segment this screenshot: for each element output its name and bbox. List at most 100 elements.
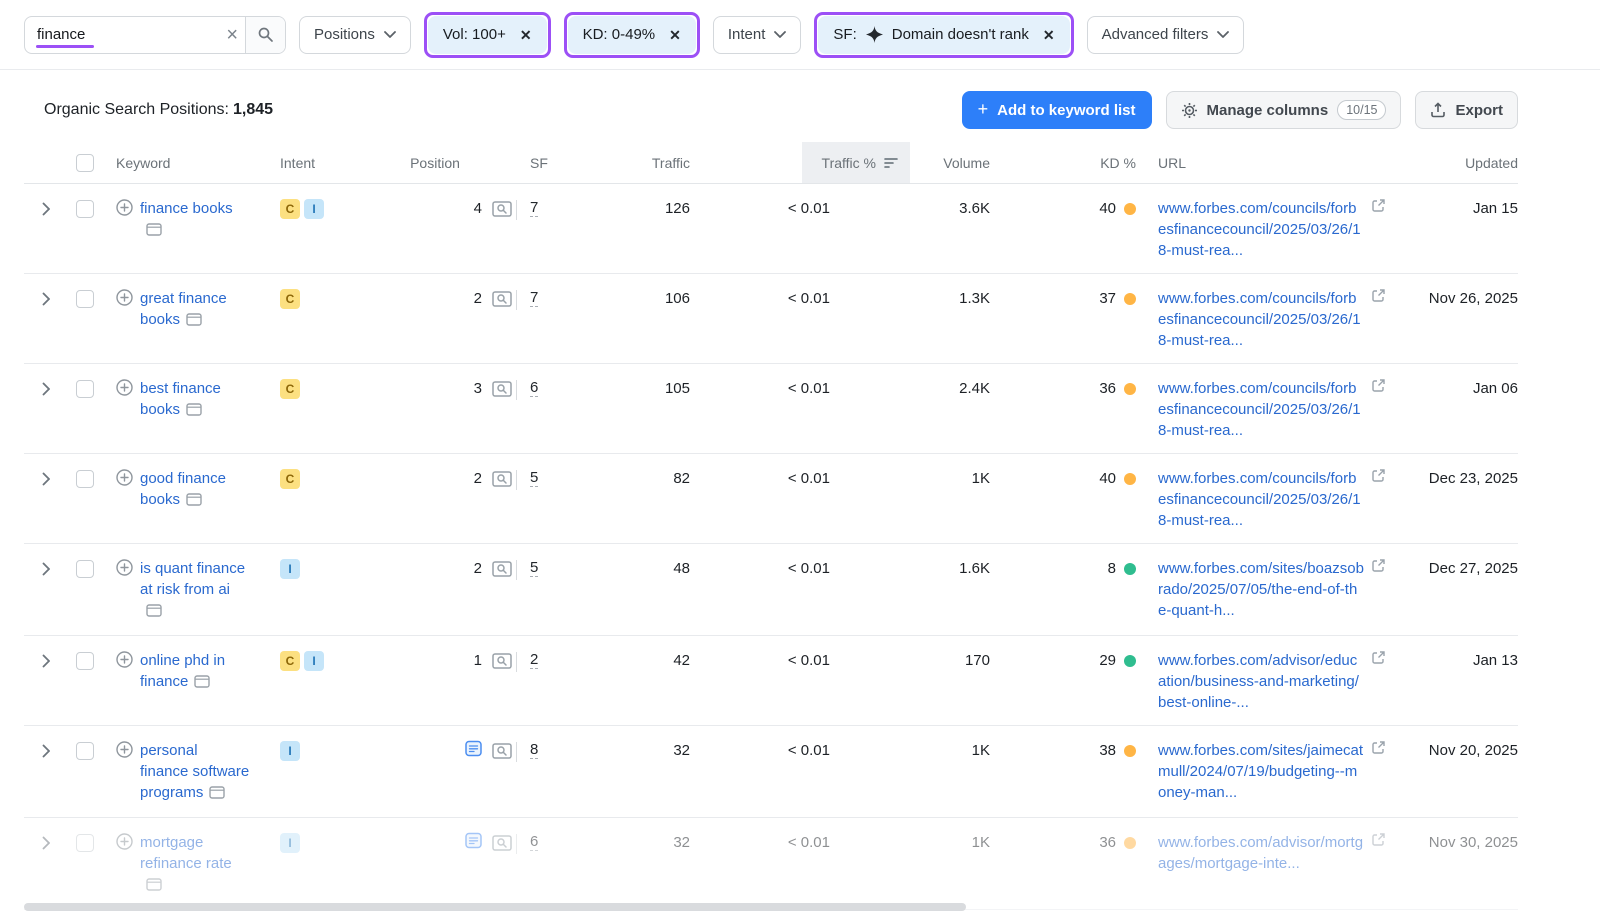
view-serp-icon[interactable]: [492, 561, 512, 581]
sf-count[interactable]: 8: [530, 741, 538, 759]
keyword-link[interactable]: great finance books: [140, 290, 227, 328]
serp-snapshot-icon[interactable]: [186, 311, 202, 332]
remove-volume-filter-icon[interactable]: ✕: [520, 28, 532, 42]
view-serp-icon[interactable]: [492, 653, 512, 673]
serp-snapshot-icon[interactable]: [186, 401, 202, 422]
column-header-url[interactable]: URL: [1148, 142, 1404, 183]
expand-row-icon[interactable]: [42, 472, 50, 543]
manage-columns-button[interactable]: Manage columns 10/15: [1166, 91, 1402, 129]
expand-row-icon[interactable]: [42, 562, 50, 635]
column-header-keyword[interactable]: Keyword: [104, 142, 272, 183]
add-keyword-icon[interactable]: [116, 651, 133, 672]
column-header-intent[interactable]: Intent: [272, 142, 354, 183]
add-keyword-icon[interactable]: [116, 379, 133, 400]
sf-count[interactable]: 6: [530, 379, 538, 397]
result-url-link[interactable]: www.forbes.com/councils/forbesfinancecou…: [1158, 288, 1364, 351]
expand-row-icon[interactable]: [42, 292, 50, 363]
external-link-icon[interactable]: [1371, 468, 1386, 487]
expand-row-icon[interactable]: [42, 744, 50, 817]
expand-row-icon[interactable]: [42, 202, 50, 273]
view-serp-icon[interactable]: [492, 291, 512, 311]
add-keyword-icon[interactable]: [116, 199, 133, 220]
sf-count[interactable]: 5: [530, 559, 538, 577]
serp-snapshot-icon[interactable]: [209, 784, 225, 805]
expand-row-icon[interactable]: [42, 382, 50, 453]
volume-filter-chip[interactable]: Vol: 100+ ✕: [428, 16, 547, 54]
sf-filter-chip[interactable]: SF: Domain doesn't rank ✕: [818, 16, 1069, 54]
export-button[interactable]: Export: [1415, 91, 1518, 129]
keyword-link[interactable]: is quant finance at risk from ai: [140, 560, 245, 598]
row-checkbox[interactable]: [76, 652, 94, 670]
clear-search-icon[interactable]: ×: [219, 25, 245, 45]
sf-count[interactable]: 2: [530, 651, 538, 669]
remove-kd-filter-icon[interactable]: ✕: [669, 28, 681, 42]
column-header-traffic[interactable]: Traffic: [580, 142, 696, 183]
external-link-icon[interactable]: [1371, 558, 1386, 577]
external-link-icon[interactable]: [1371, 740, 1386, 759]
serp-snapshot-icon[interactable]: [146, 602, 162, 623]
view-serp-icon[interactable]: [492, 471, 512, 491]
row-checkbox[interactable]: [76, 560, 94, 578]
kd-filter-chip[interactable]: KD: 0-49% ✕: [568, 16, 696, 54]
result-url-link[interactable]: www.forbes.com/sites/boazsobrado/2025/07…: [1158, 558, 1364, 621]
keyword-link[interactable]: good finance books: [140, 470, 226, 508]
intent-filter-dropdown[interactable]: Intent: [713, 16, 802, 54]
column-header-volume[interactable]: Volume: [910, 142, 1014, 183]
sf-count[interactable]: 7: [530, 289, 538, 307]
view-serp-icon[interactable]: [492, 835, 512, 855]
row-checkbox[interactable]: [76, 380, 94, 398]
add-keyword-icon[interactable]: [116, 559, 133, 580]
add-keyword-icon[interactable]: [116, 833, 133, 854]
expand-row-icon[interactable]: [42, 836, 50, 909]
serp-snapshot-icon[interactable]: [194, 673, 210, 694]
select-all-checkbox[interactable]: [76, 154, 94, 172]
keyword-link[interactable]: best finance books: [140, 380, 221, 418]
search-button[interactable]: [245, 17, 285, 53]
result-url-link[interactable]: www.forbes.com/councils/forbesfinancecou…: [1158, 378, 1364, 441]
column-header-position[interactable]: Position: [354, 142, 516, 183]
traffic-value: 42: [580, 636, 696, 725]
add-to-keyword-list-button[interactable]: + Add to keyword list: [962, 91, 1152, 129]
result-url-link[interactable]: www.forbes.com/councils/forbesfinancecou…: [1158, 468, 1364, 531]
result-url-link[interactable]: www.forbes.com/councils/forbesfinancecou…: [1158, 198, 1364, 261]
external-link-icon[interactable]: [1371, 650, 1386, 669]
serp-snapshot-icon[interactable]: [146, 221, 162, 242]
row-checkbox[interactable]: [76, 834, 94, 852]
column-header-updated[interactable]: Updated: [1404, 142, 1518, 183]
positions-filter-dropdown[interactable]: Positions: [299, 16, 411, 54]
result-url-link[interactable]: www.forbes.com/sites/jaimecatmull/2024/0…: [1158, 740, 1364, 803]
advanced-filters-dropdown[interactable]: Advanced filters: [1087, 16, 1245, 54]
row-checkbox[interactable]: [76, 742, 94, 760]
keyword-link[interactable]: finance books: [140, 200, 233, 217]
expand-row-icon[interactable]: [42, 654, 50, 725]
keyword-link[interactable]: mortgage refinance rate: [140, 834, 232, 872]
add-keyword-icon[interactable]: [116, 469, 133, 490]
column-header-sf[interactable]: SF: [516, 142, 580, 183]
row-checkbox[interactable]: [76, 290, 94, 308]
view-serp-icon[interactable]: [492, 381, 512, 401]
row-checkbox[interactable]: [76, 200, 94, 218]
horizontal-scrollbar[interactable]: [24, 903, 966, 911]
result-url-link[interactable]: www.forbes.com/advisor/mortgages/mortgag…: [1158, 832, 1364, 874]
row-checkbox[interactable]: [76, 470, 94, 488]
sf-count[interactable]: 5: [530, 469, 538, 487]
external-link-icon[interactable]: [1371, 288, 1386, 307]
external-link-icon[interactable]: [1371, 198, 1386, 217]
external-link-icon[interactable]: [1371, 378, 1386, 397]
serp-snapshot-icon[interactable]: [146, 876, 162, 897]
column-header-traffic-pct[interactable]: Traffic %: [696, 142, 910, 183]
column-header-kd[interactable]: KD %: [1014, 142, 1148, 183]
sf-count[interactable]: 6: [530, 833, 538, 851]
serp-snapshot-icon[interactable]: [186, 491, 202, 512]
add-keyword-icon[interactable]: [116, 289, 133, 310]
view-serp-icon[interactable]: [492, 201, 512, 221]
keyword-link[interactable]: online phd in finance: [140, 652, 225, 690]
sf-count[interactable]: 7: [530, 199, 538, 217]
remove-sf-filter-icon[interactable]: ✕: [1043, 28, 1055, 42]
search-input[interactable]: [25, 26, 219, 43]
add-keyword-icon[interactable]: [116, 741, 133, 762]
result-url-link[interactable]: www.forbes.com/advisor/education/busines…: [1158, 650, 1364, 713]
view-serp-icon[interactable]: [492, 743, 512, 763]
external-link-icon[interactable]: [1371, 832, 1386, 851]
keyword-link[interactable]: personal finance software programs: [140, 742, 249, 801]
